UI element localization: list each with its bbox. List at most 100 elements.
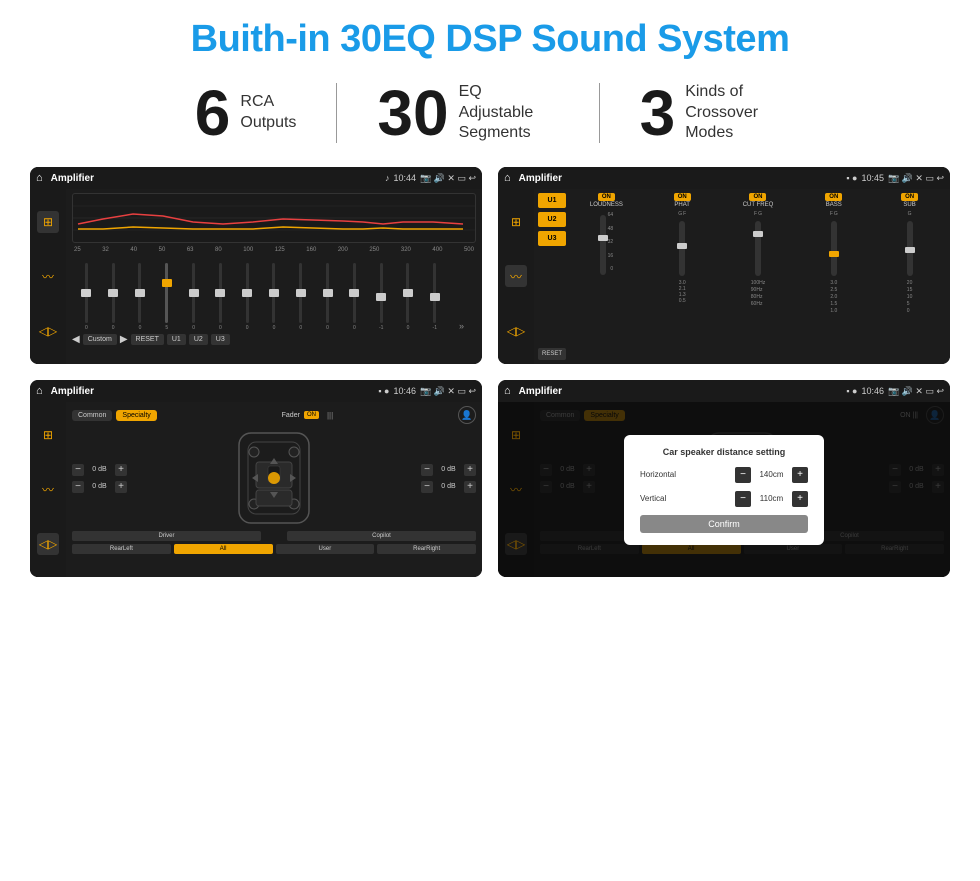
- topbar-time-fader: 10:46: [393, 386, 416, 396]
- crossover-u1-btn[interactable]: U1: [538, 193, 566, 208]
- db-value-fl: 0 dB: [87, 466, 112, 473]
- dialog-vertical-row: Vertical − 110cm +: [640, 491, 808, 507]
- eq-slider-1[interactable]: 0: [101, 263, 126, 331]
- db-minus-rr[interactable]: −: [421, 481, 433, 493]
- channel-phat: ON PHAT GF 3.02.11.30.5: [646, 193, 719, 360]
- db-value-rl: 0 dB: [87, 483, 112, 490]
- eq-slider-10[interactable]: 0: [342, 263, 367, 331]
- sidebar-speaker-icon-2[interactable]: ◁▷: [505, 320, 527, 342]
- phat-on[interactable]: ON: [674, 193, 691, 201]
- dialog-overlay: Car speaker distance setting Horizontal …: [498, 402, 950, 577]
- topbar-fader-dialog: ⌂ Amplifier ▪ ● 10:46 📷 🔊 ✕ ▭ ↩: [498, 380, 950, 402]
- common-tab[interactable]: Common: [72, 410, 112, 421]
- eq-slider-0[interactable]: 0: [74, 263, 99, 331]
- sidebar-eq-icon[interactable]: ⊞: [37, 211, 59, 233]
- eq-slider-5[interactable]: 0: [208, 263, 233, 331]
- eq-slider-4[interactable]: 0: [181, 263, 206, 331]
- db-plus-fl[interactable]: +: [115, 464, 127, 476]
- eq-slider-8[interactable]: 0: [288, 263, 313, 331]
- fader-left-db: − 0 dB + − 0 dB +: [72, 464, 127, 493]
- screen-crossover: ⌂ Amplifier ▪ ● 10:45 📷 🔊 ✕ ▭ ↩ ⊞ 〰 ◁▷ U…: [498, 167, 950, 364]
- eq-u2-btn[interactable]: U2: [189, 334, 208, 345]
- crossover-reset-btn[interactable]: RESET: [538, 348, 566, 360]
- home-icon-4[interactable]: ⌂: [504, 385, 511, 397]
- phat-slider[interactable]: [679, 221, 685, 276]
- cutfreq-on[interactable]: ON: [749, 193, 766, 201]
- eq-slider-9[interactable]: 0: [315, 263, 340, 331]
- eq-u1-btn[interactable]: U1: [167, 334, 186, 345]
- eq-slider-3[interactable]: 5: [154, 263, 179, 331]
- eq-preset-custom[interactable]: Custom: [83, 334, 117, 345]
- loudness-slider[interactable]: [600, 215, 606, 275]
- stat-crossover: 3 Kinds of Crossover Modes: [600, 81, 826, 145]
- eq-slider-7[interactable]: 0: [262, 263, 287, 331]
- eq-next-arrow[interactable]: ▶: [120, 334, 128, 345]
- fader-on-badge[interactable]: ON: [304, 411, 319, 419]
- crossover-content: ⊞ 〰 ◁▷ U1 U2 U3 RESET ON LO: [498, 189, 950, 364]
- eq-slider-12[interactable]: 0: [396, 263, 421, 331]
- dialog-horizontal-minus[interactable]: −: [735, 467, 751, 483]
- dialog-horizontal-plus[interactable]: +: [792, 467, 808, 483]
- dialog-vertical-control: − 110cm +: [735, 491, 808, 507]
- rearright-btn[interactable]: RearRight: [377, 544, 476, 554]
- sidebar-wave-icon-3[interactable]: 〰: [37, 478, 59, 500]
- sub-slider[interactable]: [907, 221, 913, 276]
- topbar-title-crossover: Amplifier: [519, 173, 843, 184]
- fader-body: − 0 dB + − 0 dB +: [72, 428, 476, 528]
- home-icon-3[interactable]: ⌂: [36, 385, 43, 397]
- sidebar-wave-icon[interactable]: 〰: [37, 265, 59, 287]
- eq-slider-11[interactable]: -1: [369, 263, 394, 331]
- dialog-vertical-minus[interactable]: −: [735, 491, 751, 507]
- fader-content: ⊞ 〰 ◁▷ Common Specialty Fader ON ||| 👤: [30, 402, 482, 577]
- db-minus-fr[interactable]: −: [421, 464, 433, 476]
- db-minus-fl[interactable]: −: [72, 464, 84, 476]
- sub-on[interactable]: ON: [901, 193, 918, 201]
- eq-slider-6[interactable]: 0: [235, 263, 260, 331]
- stat-eq: 30 EQ Adjustable Segments: [337, 81, 598, 145]
- home-icon-2[interactable]: ⌂: [504, 172, 511, 184]
- confirm-button[interactable]: Confirm: [640, 515, 808, 533]
- screen-fader-dialog: ⌂ Amplifier ▪ ● 10:46 📷 🔊 ✕ ▭ ↩ ⊞ 〰 ◁▷ C…: [498, 380, 950, 577]
- rearleft-btn[interactable]: RearLeft: [72, 544, 171, 554]
- stat-eq-desc: EQ Adjustable Segments: [459, 82, 559, 144]
- eq-freq-labels: 25 32 40 50 63 80 100 125 160 200 250 32…: [72, 247, 476, 253]
- db-plus-rl[interactable]: +: [115, 481, 127, 493]
- bass-slider[interactable]: [831, 221, 837, 276]
- eq-slider-2[interactable]: 0: [128, 263, 153, 331]
- sidebar-wave-icon-2[interactable]: 〰: [505, 265, 527, 287]
- sidebar-eq-icon-2[interactable]: ⊞: [505, 211, 527, 233]
- cutfreq-slider[interactable]: [755, 221, 761, 276]
- eq-slider-nav[interactable]: »: [449, 301, 474, 331]
- db-control-fr: − 0 dB +: [421, 464, 476, 476]
- loudness-on[interactable]: ON: [598, 193, 615, 201]
- eq-slider-13[interactable]: -1: [422, 263, 447, 331]
- home-icon[interactable]: ⌂: [36, 172, 43, 184]
- fader-top-controls: Common Specialty Fader ON ||| 👤: [72, 406, 476, 424]
- db-minus-rl[interactable]: −: [72, 481, 84, 493]
- all-btn[interactable]: All: [174, 544, 273, 554]
- eq-prev-arrow[interactable]: ◀: [72, 334, 80, 345]
- dialog-title: Car speaker distance setting: [640, 447, 808, 457]
- sidebar-speaker-icon[interactable]: ◁▷: [37, 320, 59, 342]
- eq-u3-btn[interactable]: U3: [211, 334, 230, 345]
- sidebar-eq-icon-3[interactable]: ⊞: [37, 424, 59, 446]
- screenshots-grid: ⌂ Amplifier ♪ 10:44 📷 🔊 ✕ ▭ ↩ ⊞ 〰 ◁▷: [30, 167, 950, 577]
- db-plus-fr[interactable]: +: [464, 464, 476, 476]
- user-btn[interactable]: User: [276, 544, 375, 554]
- db-plus-rr[interactable]: +: [464, 481, 476, 493]
- specialty-tab[interactable]: Specialty: [116, 410, 156, 421]
- sidebar-speaker-icon-3[interactable]: ◁▷: [37, 533, 59, 555]
- music-icon-4: ▪ ●: [846, 386, 857, 396]
- crossover-u2-btn[interactable]: U2: [538, 212, 566, 227]
- copilot-btn[interactable]: Copilot: [287, 531, 476, 541]
- eq-reset-btn[interactable]: RESET: [131, 334, 164, 345]
- topbar-title-fader: Amplifier: [51, 386, 375, 397]
- driver-btn[interactable]: Driver: [72, 531, 261, 541]
- profile-icon[interactable]: 👤: [458, 406, 476, 424]
- dialog-vertical-plus[interactable]: +: [792, 491, 808, 507]
- channel-cutfreq: ON CUT FREQ FG 100Hz90Hz80Hz60Hz: [722, 193, 795, 360]
- bass-on[interactable]: ON: [825, 193, 842, 201]
- crossover-u3-btn[interactable]: U3: [538, 231, 566, 246]
- music-icon-2: ▪ ●: [846, 173, 857, 183]
- eq-sliders: 0 0 0 5: [72, 256, 476, 331]
